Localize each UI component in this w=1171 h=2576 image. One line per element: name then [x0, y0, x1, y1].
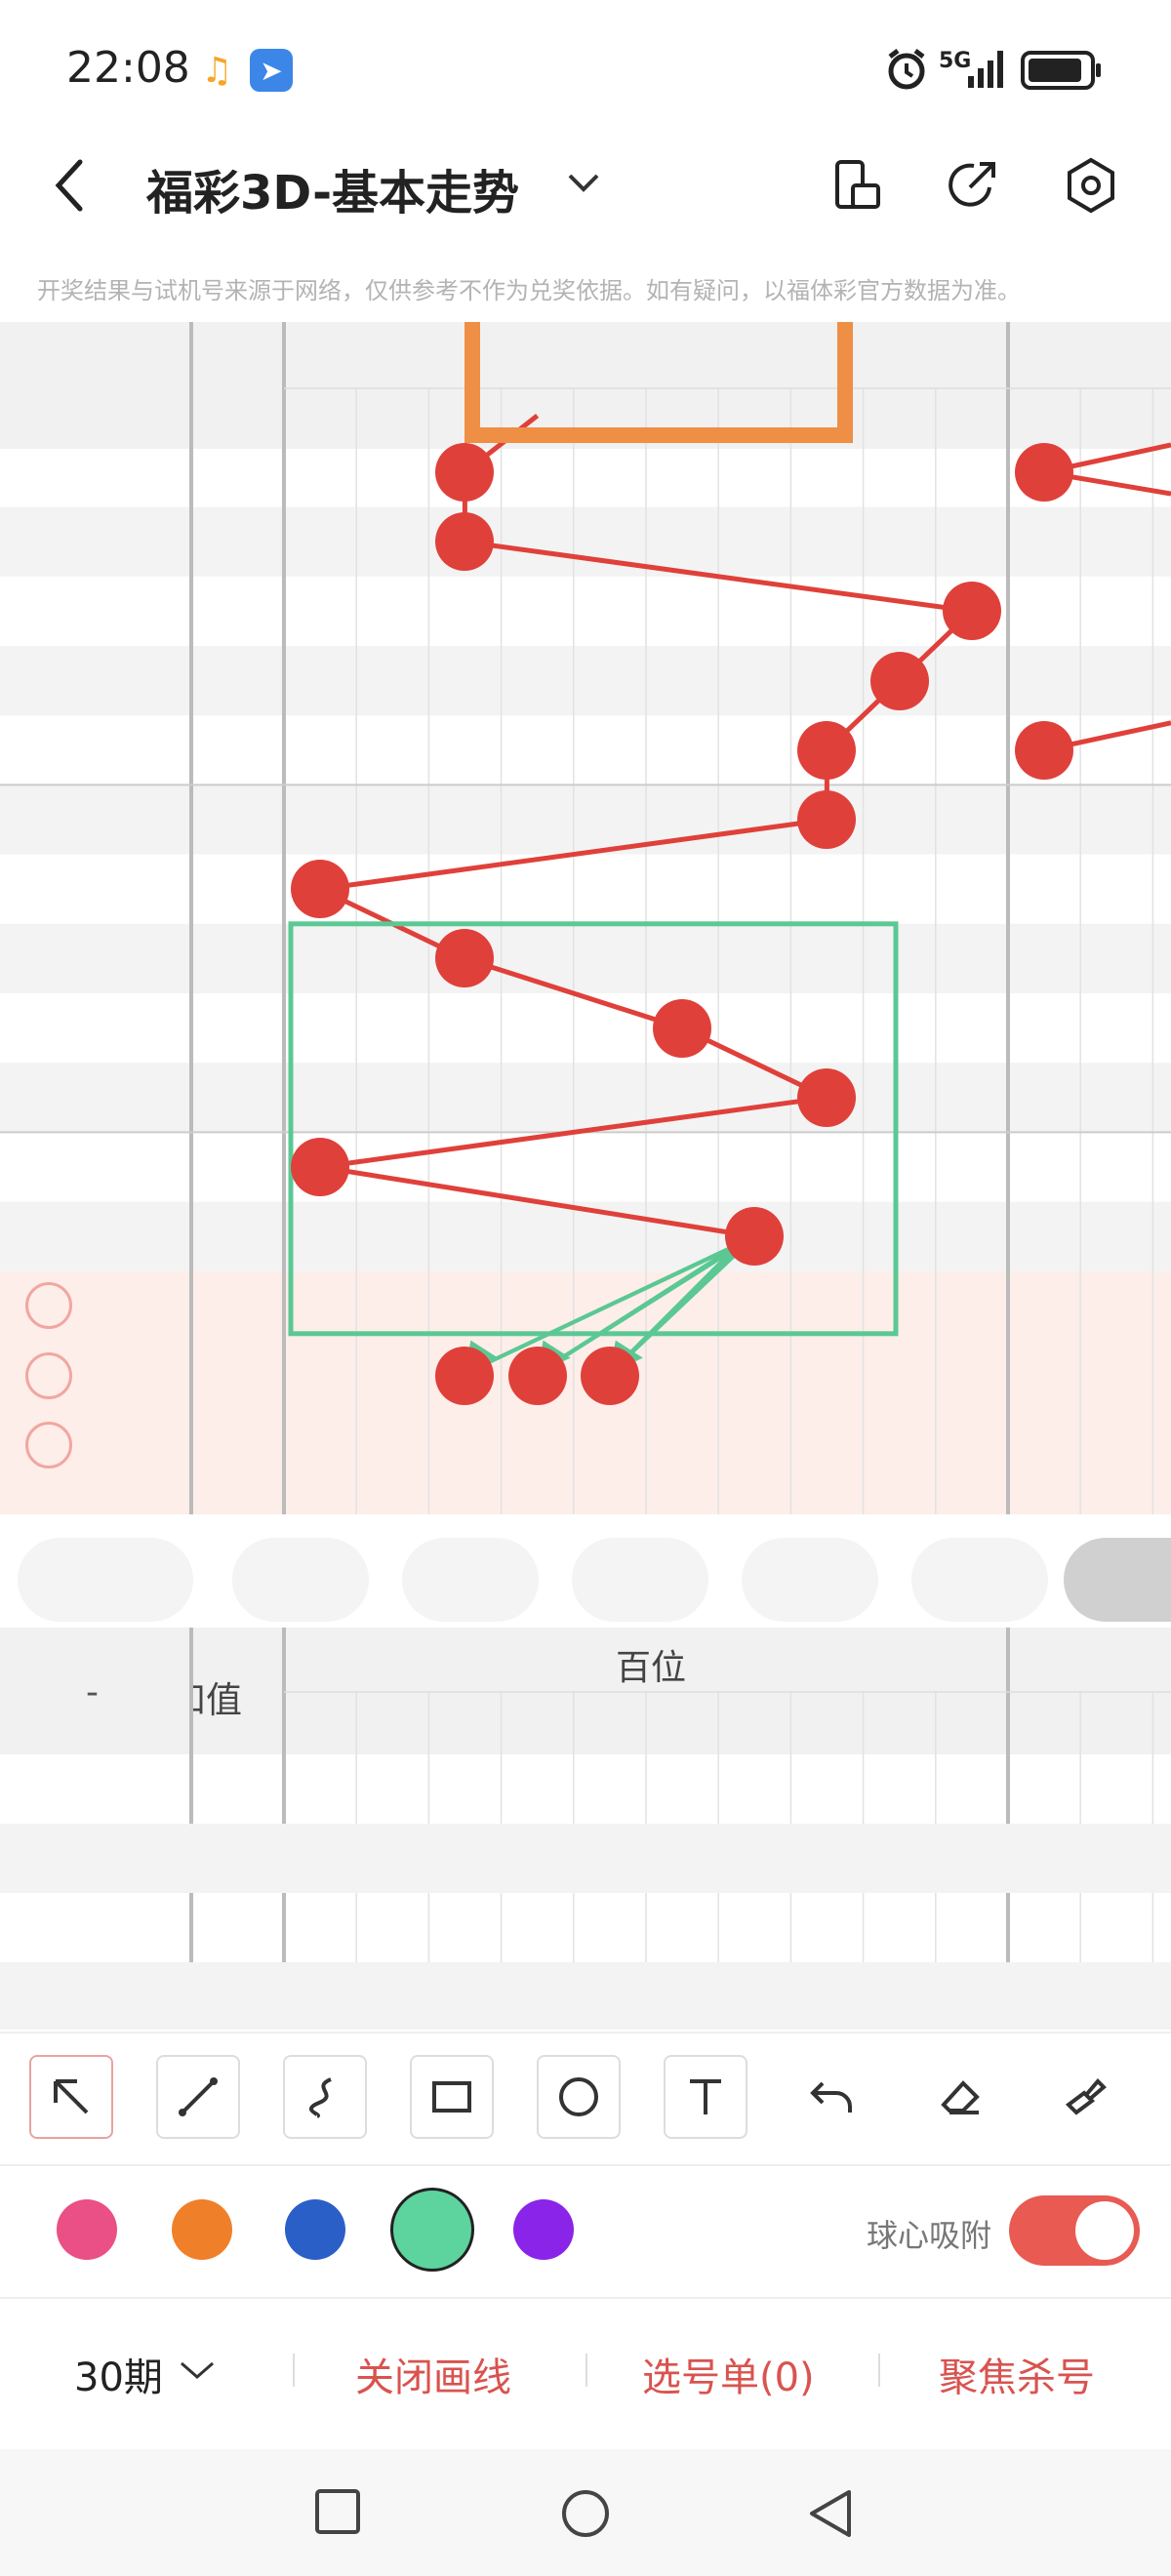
select-radio[interactable]	[25, 1421, 72, 1469]
snap-toggle[interactable]	[1009, 2195, 1140, 2266]
arrow-tool-icon[interactable]	[29, 2055, 113, 2139]
app-notification-icon: ➤	[250, 49, 293, 92]
hit-ball	[1015, 720, 1073, 780]
snap-toggle-knob	[1075, 2201, 1134, 2260]
status-time: 22:08	[66, 43, 190, 93]
row-stripe	[0, 1201, 1171, 1271]
battery-icon	[1021, 51, 1103, 94]
home-icon[interactable]	[560, 2488, 611, 2543]
rectangle-tool-icon[interactable]	[410, 2055, 494, 2139]
action-button[interactable]	[742, 1538, 878, 1622]
selection-list-button[interactable]: 选号单(0)	[642, 2346, 815, 2402]
stats-row-stripe	[0, 1824, 1171, 1893]
chevron-down-icon[interactable]	[564, 168, 603, 201]
hit-ball	[725, 1207, 785, 1267]
snap-label: 球心吸附	[867, 2217, 992, 2254]
hit-ball	[942, 582, 1001, 641]
row-stripe	[0, 785, 1171, 855]
text-tool-icon[interactable]	[664, 2055, 747, 2139]
bar-sep-3	[878, 2354, 880, 2387]
color-divider	[0, 2164, 1171, 2166]
hit-ball	[869, 651, 929, 710]
action-button[interactable]	[911, 1538, 1048, 1622]
recent-apps-icon[interactable]	[314, 2488, 361, 2539]
selected-ball[interactable]	[580, 1346, 639, 1405]
hit-ball	[291, 1138, 349, 1196]
row-stripe	[0, 646, 1171, 716]
color-swatch[interactable]	[285, 2199, 345, 2260]
toolbar-divider	[0, 2032, 1171, 2033]
back-icon[interactable]	[51, 156, 90, 219]
row-stripe	[0, 506, 1171, 577]
stats-table: - 和值 百位	[0, 1628, 1171, 2030]
hit-ball	[435, 443, 495, 502]
period-select[interactable]: 30期	[74, 2346, 163, 2402]
color-swatch[interactable]	[513, 2199, 574, 2260]
color-swatch[interactable]	[57, 2199, 117, 2260]
select-radio[interactable]	[25, 1351, 72, 1399]
stats-grid-layer	[0, 1628, 1171, 2030]
app-root: 22:08 ♫ ➤ 5G 福彩3D-基本走势 开奖结果与试机号来源于网络，仅供参…	[0, 0, 1171, 2576]
color-swatch[interactable]	[172, 2199, 232, 2260]
hit-ball	[291, 860, 349, 919]
focus-kill-button[interactable]: 聚焦杀号	[939, 2346, 1095, 2402]
data-source-notice: 开奖结果与试机号来源于网络，仅供参考不作为兑奖依据。如有疑问，以福体彩官方数据为…	[37, 277, 1021, 304]
curve-tool-icon[interactable]	[283, 2055, 367, 2139]
selected-ball[interactable]	[435, 1346, 495, 1405]
bar-sep-1	[293, 2354, 295, 2387]
row-stripe	[0, 1063, 1171, 1133]
trend-table: 期次 和值 百位	[0, 322, 1171, 1514]
action-button[interactable]	[232, 1538, 369, 1622]
color-swatch[interactable]	[390, 2188, 474, 2272]
close-lines-button[interactable]: 关闭画线	[355, 2346, 511, 2402]
system-nav-bar	[0, 2449, 1171, 2576]
hit-ball	[797, 1067, 857, 1127]
alarm-icon	[884, 47, 929, 96]
stats-row-stripe	[0, 1962, 1171, 2030]
action-button[interactable]	[402, 1538, 539, 1622]
hit-ball	[797, 720, 857, 780]
music-icon: ♫	[201, 51, 233, 91]
page-title[interactable]: 福彩3D-基本走势	[146, 154, 519, 222]
action-button[interactable]	[18, 1538, 193, 1622]
landscape-toggle-icon[interactable]	[831, 158, 882, 217]
action-button[interactable]	[572, 1538, 708, 1622]
bar-sep-2	[586, 2354, 587, 2387]
share-icon[interactable]	[945, 158, 999, 217]
action-button[interactable]	[1064, 1538, 1171, 1622]
trend-lines-layer	[0, 322, 1171, 1514]
row-stripe	[0, 923, 1171, 993]
eraser-icon[interactable]	[917, 2055, 1001, 2139]
line-tool-icon[interactable]	[156, 2055, 240, 2139]
circle-tool-icon[interactable]	[537, 2055, 621, 2139]
settings-icon[interactable]	[1062, 156, 1120, 219]
selected-ball[interactable]	[507, 1346, 567, 1405]
period-chevron-icon[interactable]	[178, 2355, 217, 2389]
hit-ball	[797, 790, 857, 849]
bottom-divider	[0, 2297, 1171, 2299]
undo-icon[interactable]	[790, 2055, 874, 2139]
hit-ball	[653, 998, 711, 1058]
signal-icon	[966, 47, 1009, 94]
brush-icon[interactable]	[1044, 2055, 1128, 2139]
hit-ball	[1015, 443, 1073, 502]
back-nav-icon[interactable]	[806, 2488, 855, 2543]
